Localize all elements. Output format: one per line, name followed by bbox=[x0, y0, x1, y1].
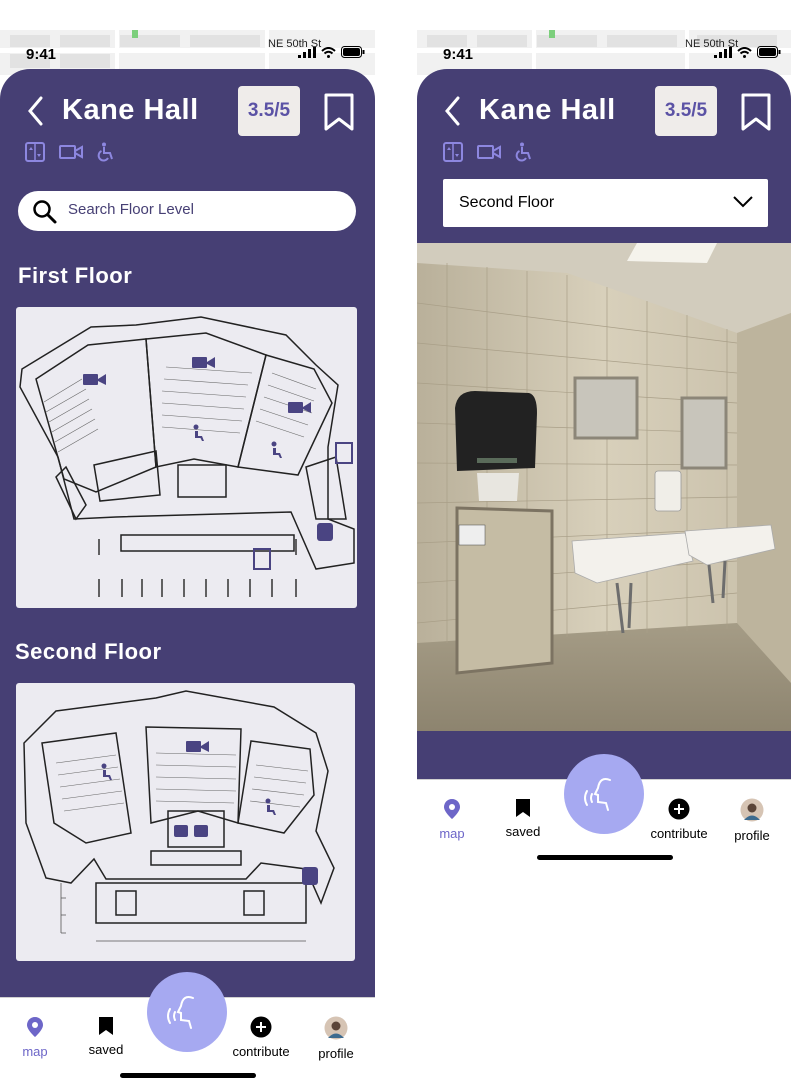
nav-map[interactable]: map bbox=[0, 1016, 70, 1059]
bookmark-icon[interactable] bbox=[323, 92, 355, 132]
home-indicator bbox=[537, 855, 673, 860]
battery-icon bbox=[341, 46, 365, 58]
bookmark-icon bbox=[516, 799, 530, 817]
nav-label: profile bbox=[734, 828, 770, 843]
wifi-icon bbox=[737, 46, 752, 58]
chevron-down-icon bbox=[733, 196, 753, 208]
floor-plan-drawing bbox=[19, 316, 355, 597]
camera-icon bbox=[477, 145, 501, 159]
signal-icon bbox=[714, 46, 732, 58]
elevator-icon bbox=[443, 142, 463, 162]
nav-label: saved bbox=[505, 824, 541, 839]
first-floor-plan[interactable] bbox=[16, 307, 357, 608]
back-icon[interactable] bbox=[441, 94, 465, 128]
nav-saved[interactable]: saved bbox=[71, 1016, 141, 1057]
elevator-icon bbox=[25, 142, 45, 162]
nav-label: contribute bbox=[232, 1044, 290, 1059]
nav-label: saved bbox=[88, 1042, 124, 1057]
voice-assistant-button[interactable] bbox=[564, 754, 644, 834]
search-icon bbox=[33, 200, 57, 224]
floor-heading: Second Floor bbox=[15, 639, 162, 664]
map-pin-icon bbox=[27, 1017, 43, 1037]
second-floor-plan[interactable] bbox=[16, 683, 355, 961]
floor-detail-screen: 9:41 NE 50th St Kane Hall 3.5/5 Second F… bbox=[417, 0, 791, 1087]
nav-label: profile bbox=[318, 1046, 354, 1061]
voice-icon bbox=[167, 996, 194, 1029]
avatar-icon bbox=[324, 1016, 348, 1040]
plus-circle-icon bbox=[668, 798, 690, 820]
nav-contribute[interactable]: contribute bbox=[226, 1016, 296, 1059]
voice-assistant-button[interactable] bbox=[147, 972, 227, 1052]
restroom-photo bbox=[417, 243, 791, 731]
rating-badge: 3.5/5 bbox=[655, 86, 717, 136]
floor-list-screen: 9:41 NE 50th St Kane Hall 3.5/5 First Fl… bbox=[0, 0, 375, 1087]
wifi-icon bbox=[321, 46, 336, 58]
signal-icon bbox=[298, 46, 316, 58]
status-time: 9:41 bbox=[26, 46, 57, 63]
back-icon[interactable] bbox=[24, 94, 48, 128]
status-time: 9:41 bbox=[443, 46, 474, 63]
bookmark-icon[interactable] bbox=[740, 92, 772, 132]
search-input[interactable] bbox=[68, 201, 338, 218]
floor-select-value: Second Floor bbox=[459, 194, 555, 211]
nav-saved[interactable]: saved bbox=[488, 798, 558, 839]
floor-search bbox=[18, 191, 356, 231]
floor-plan-drawing bbox=[23, 690, 335, 942]
amenity-icons bbox=[443, 142, 533, 162]
floor-heading: First Floor bbox=[18, 263, 133, 288]
map-pin-icon bbox=[444, 799, 460, 819]
nav-profile[interactable]: profile bbox=[717, 798, 787, 843]
building-title: Kane Hall bbox=[479, 94, 616, 126]
nav-contribute[interactable]: contribute bbox=[644, 798, 714, 841]
nav-label: contribute bbox=[650, 826, 708, 841]
status-icons bbox=[714, 46, 781, 58]
restroom-image bbox=[417, 243, 791, 731]
nav-label: map bbox=[439, 826, 465, 841]
wheelchair-icon bbox=[97, 142, 113, 162]
status-icons bbox=[298, 46, 365, 58]
nav-label: map bbox=[22, 1044, 48, 1059]
floor-select[interactable]: Second Floor bbox=[443, 179, 768, 227]
wheelchair-icon bbox=[515, 142, 531, 162]
amenity-icons bbox=[25, 142, 115, 162]
home-indicator bbox=[120, 1073, 256, 1078]
plus-circle-icon bbox=[250, 1016, 272, 1038]
rating-badge: 3.5/5 bbox=[238, 86, 300, 136]
battery-icon bbox=[757, 46, 781, 58]
building-title: Kane Hall bbox=[62, 94, 199, 126]
camera-icon bbox=[59, 145, 83, 159]
nav-map[interactable]: map bbox=[417, 798, 487, 841]
bookmark-icon bbox=[99, 1017, 113, 1035]
nav-profile[interactable]: profile bbox=[301, 1016, 371, 1061]
voice-icon bbox=[584, 778, 611, 811]
avatar-icon bbox=[740, 798, 764, 822]
